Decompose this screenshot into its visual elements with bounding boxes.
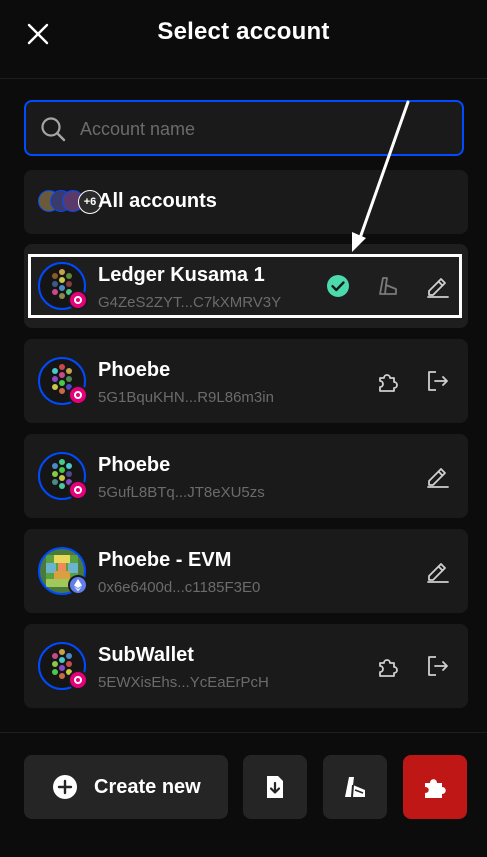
edit-icon[interactable] <box>424 462 452 490</box>
export-icon[interactable] <box>424 367 452 395</box>
search-box[interactable] <box>24 100 464 156</box>
polkadot-network-badge <box>68 290 88 310</box>
puzzle-icon[interactable] <box>374 367 402 395</box>
edit-icon[interactable] <box>424 557 452 585</box>
all-accounts-label: All accounts <box>98 190 217 212</box>
ledger-icon[interactable] <box>374 272 402 300</box>
connect-ledger-button[interactable] <box>323 755 387 819</box>
ethereum-network-badge <box>68 575 88 595</box>
create-new-button[interactable]: Create new <box>24 755 228 819</box>
account-name: Ledger Kusama 1 <box>98 264 265 286</box>
attach-account-button[interactable] <box>403 755 467 819</box>
ledger-icon <box>345 777 365 798</box>
account-address: G4ZeS2ZYT...C7kXMRV3Y <box>98 294 282 311</box>
account-address: 5G1BquKHN...R9L86m3in <box>98 389 274 406</box>
search-icon <box>41 117 66 142</box>
polkadot-network-badge <box>68 480 88 500</box>
import-account-button[interactable] <box>243 755 307 819</box>
edit-icon[interactable] <box>424 272 452 300</box>
all-accounts-item[interactable]: +6 All accounts <box>24 170 468 234</box>
account-item-subwallet[interactable]: SubWallet 5EWXisEhs...YcEaErPcH <box>24 624 468 708</box>
plus-circle-icon <box>53 775 77 799</box>
account-item-phoebe[interactable]: Phoebe 5G1BquKHN...R9L86m3in <box>24 339 468 423</box>
polkadot-network-badge <box>68 385 88 405</box>
header: Select account <box>0 0 487 79</box>
account-name: Phoebe <box>98 359 171 381</box>
puzzle-icon <box>425 779 446 798</box>
account-address: 5GufL8BTq...JT8eXU5zs <box>98 484 265 501</box>
search-input[interactable] <box>78 102 452 156</box>
page-title: Select account <box>157 18 330 45</box>
account-address: 0x6e6400d...c1185F3E0 <box>98 579 261 596</box>
export-icon[interactable] <box>424 652 452 680</box>
account-address: 5EWXisEhs...YcEaErPcH <box>98 674 269 691</box>
account-item-phoebe-evm[interactable]: Phoebe - EVM 0x6e6400d...c1185F3E0 <box>24 529 468 613</box>
check-icon <box>327 275 349 297</box>
import-file-icon <box>267 776 283 798</box>
puzzle-icon[interactable] <box>374 652 402 680</box>
account-item-phoebe-2[interactable]: Phoebe 5GufL8BTq...JT8eXU5zs <box>24 434 468 518</box>
polkadot-network-badge <box>68 670 88 690</box>
account-name: Phoebe <box>98 454 171 476</box>
account-name: Phoebe - EVM <box>98 549 232 571</box>
account-item-ledger-kusama-1[interactable]: Ledger Kusama 1 G4ZeS2ZYT...C7kXMRV3Y <box>24 244 468 328</box>
account-name: SubWallet <box>98 644 194 666</box>
create-new-label: Create new <box>94 776 201 798</box>
